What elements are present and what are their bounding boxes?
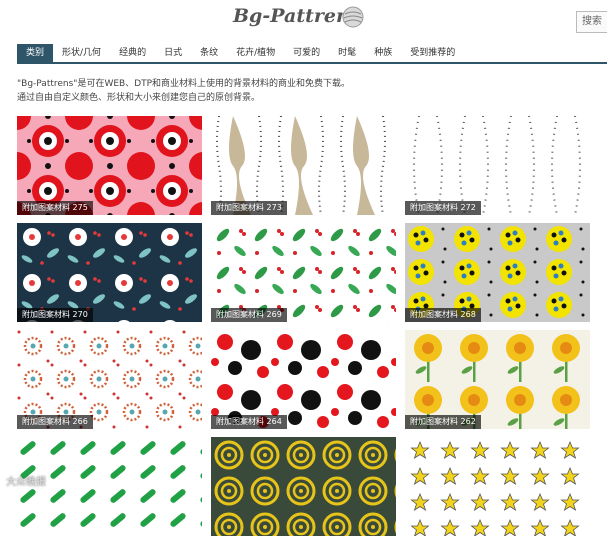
pattern-tile[interactable]: 附加图案材料 269 — [211, 223, 396, 322]
pattern-tile[interactable] — [405, 437, 590, 536]
nav-item[interactable]: 可爱的 — [284, 44, 329, 62]
pattern-tile[interactable]: 附加图案材料 266 — [17, 330, 202, 429]
category-nav: 类别 形状/几何 经典的 日式 条纹 花卉/植物 可爱的 时髦 种族 受到推荐的 — [17, 44, 607, 64]
tile-caption: 附加图案材料 275 — [17, 201, 93, 215]
nav-item[interactable]: 形状/几何 — [53, 44, 110, 62]
pattern-tile[interactable]: 附加图案材料 262 — [405, 330, 590, 429]
search-button[interactable]: 搜索 — [576, 11, 607, 33]
tile-caption: 附加图案材料 272 — [405, 201, 481, 215]
pattern-tile[interactable] — [211, 437, 396, 536]
site-header: Bg-Pattrens 搜索 — [0, 0, 607, 40]
nav-item[interactable]: 条纹 — [191, 44, 227, 62]
nav-item[interactable]: 时髦 — [329, 44, 365, 62]
pattern-tile[interactable]: 附加图案材料 268 — [405, 223, 590, 322]
tile-caption: 附加图案材料 273 — [211, 201, 287, 215]
pattern-tile[interactable]: 附加图案材料 264 — [211, 330, 396, 429]
intro-line-2: 通过自由自定义颜色、形状和大小来创建您自己的原创背景。 — [17, 93, 261, 103]
pattern-image — [405, 437, 590, 536]
pattern-tile[interactable]: 附加图案材料 272 — [405, 116, 590, 215]
logo-ball-icon — [342, 6, 364, 32]
nav-item[interactable]: 种族 — [365, 44, 401, 62]
pattern-image — [211, 437, 396, 536]
nav-item[interactable]: 受到推荐的 — [401, 44, 464, 62]
nav-item[interactable]: 经典的 — [110, 44, 155, 62]
tile-caption: 附加图案材料 266 — [17, 415, 93, 429]
nav-item[interactable]: 日式 — [155, 44, 191, 62]
nav-item[interactable]: 类别 — [17, 44, 54, 62]
watermark: 大众晚报 — [6, 477, 46, 488]
intro-line-1: "Bg-Pattrens"是可在WEB、DTP和商业材料上使用的背景材料的商业和… — [17, 79, 351, 89]
tile-caption: 附加图案材料 264 — [211, 415, 287, 429]
tile-caption: 附加图案材料 262 — [405, 415, 481, 429]
pattern-tile[interactable]: 附加图案材料 275 — [17, 116, 202, 215]
pattern-tile[interactable]: 附加图案材料 273 — [211, 116, 396, 215]
pattern-tile[interactable]: 附加图案材料 270 — [17, 223, 202, 322]
tile-caption: 附加图案材料 270 — [17, 308, 93, 322]
pattern-grid: 附加图案材料 275 附加图案材料 273 附加图案材料 272 附加图案材料 … — [17, 116, 607, 536]
tile-caption: 附加图案材料 268 — [405, 308, 481, 322]
nav-item[interactable]: 花卉/植物 — [227, 44, 284, 62]
intro-text: "Bg-Pattrens"是可在WEB、DTP和商业材料上使用的背景材料的商业和… — [17, 77, 350, 105]
tile-caption: 附加图案材料 269 — [211, 308, 287, 322]
